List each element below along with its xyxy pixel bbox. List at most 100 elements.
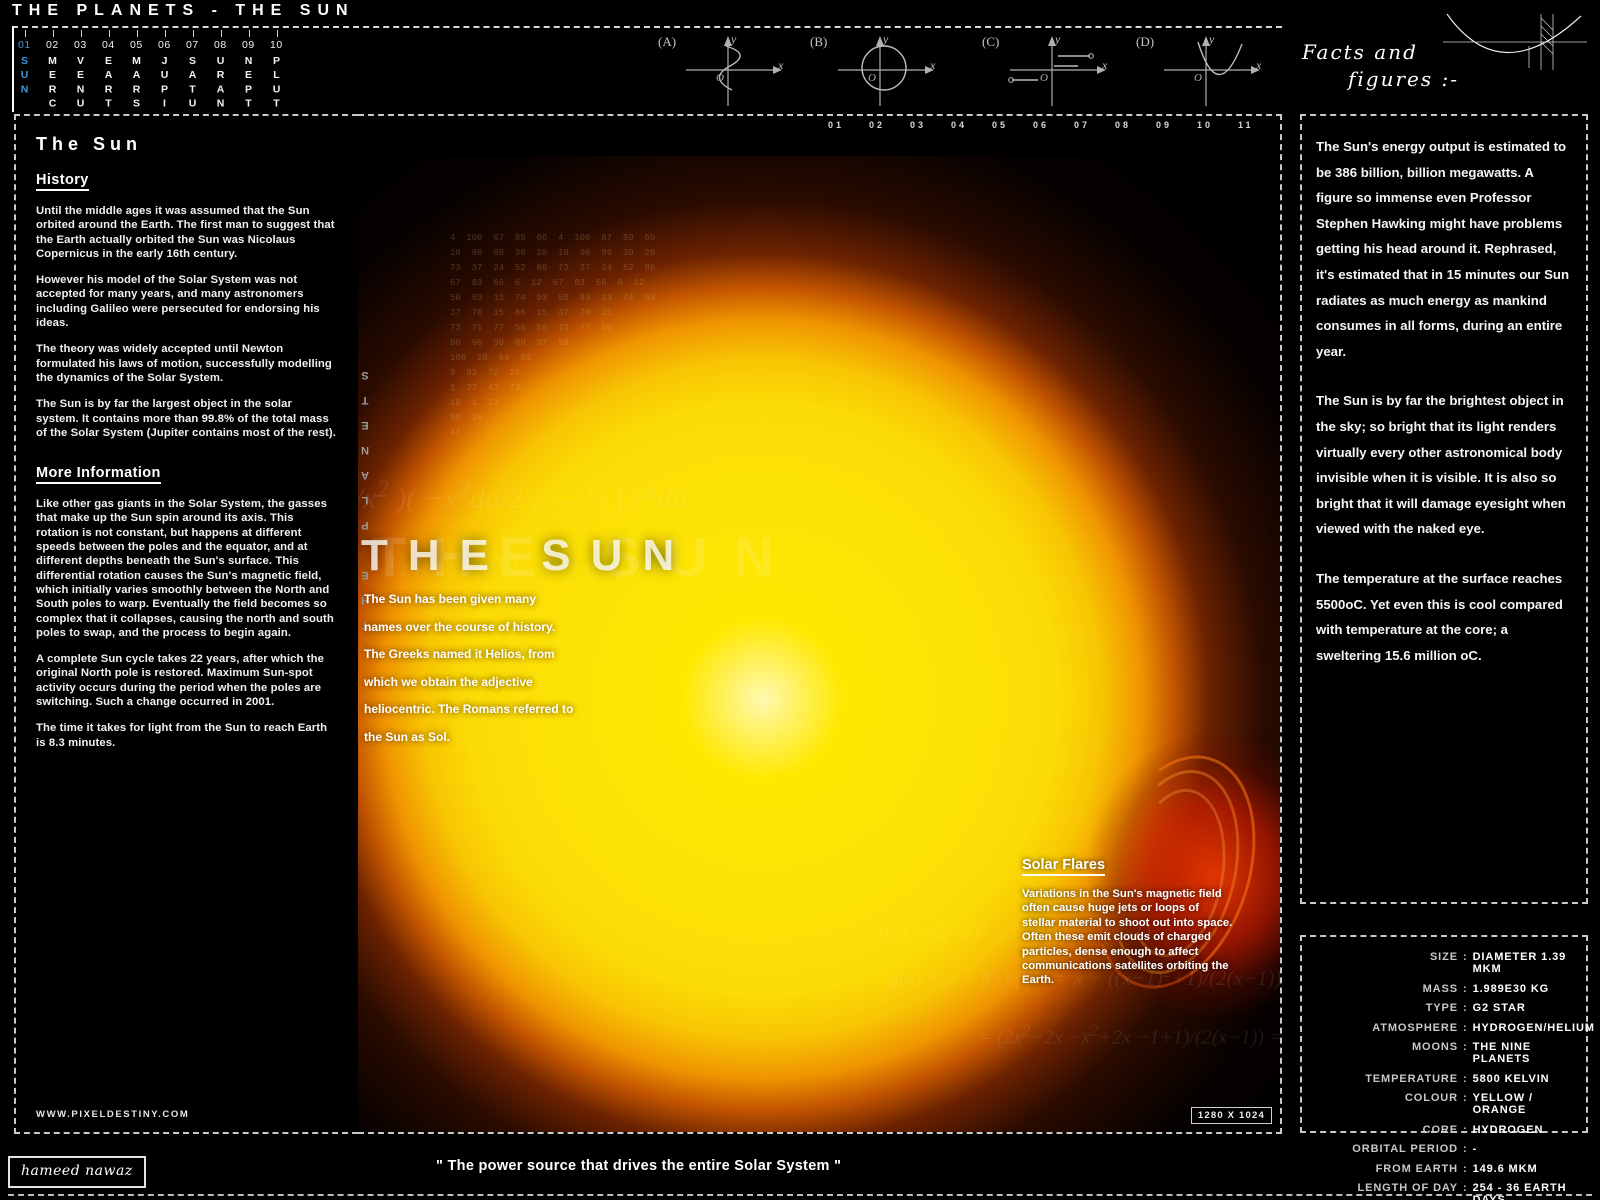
footer-divider: [8, 1194, 1592, 1196]
axis-label-y: y: [1055, 32, 1061, 46]
spec-row: SIZE: DIAMETER 1.39 MKM: [1306, 951, 1576, 975]
left-panel-title: The Sun: [36, 134, 142, 154]
history-paragraph: The Sun is by far the largest object in …: [36, 398, 336, 439]
spec-key: COLOUR: [1404, 1092, 1458, 1104]
spec-value: 1.989E30 KG: [1472, 982, 1550, 995]
nav-item-number: 01: [18, 39, 31, 51]
axis-label-y: y: [731, 32, 737, 46]
spec-value: DIAMETER 1.39 MKM: [1472, 951, 1567, 975]
spec-separator: :: [1463, 1002, 1468, 1014]
nav-item-number: 02: [46, 39, 59, 51]
nav-tick: [221, 30, 222, 37]
diagram-label: (C): [982, 34, 1000, 49]
facts-paragraph: The Sun is by far the brightest object i…: [1316, 393, 1566, 537]
nav-tick: [277, 30, 278, 37]
more-info-paragraph: Like other gas giants in the Solar Syste…: [36, 498, 334, 639]
spec-key: MOONS: [1411, 1041, 1458, 1053]
axis-origin-label: O: [716, 72, 724, 84]
ruler-tick-label: 03: [910, 120, 927, 130]
footer-quote: " The power source that drives the entir…: [436, 1158, 842, 1174]
parabola-sketch-icon: [1443, 13, 1587, 70]
ruler-tick-label: 11: [1238, 120, 1254, 130]
nav-item-number: 04: [102, 39, 115, 51]
spec-key: ORBITAL PERIOD: [1352, 1143, 1458, 1155]
poster-root: THE PLANETS - THE SUN 01 SUN 02 MERCURY 03 VE…: [0, 0, 1600, 1200]
ruler-tick-label: 09: [1156, 120, 1173, 130]
nav-item-pluto[interactable]: 10 PLUTO: [270, 30, 296, 126]
ruler-tick-label: 05: [992, 120, 1009, 130]
nav-tick: [81, 30, 82, 37]
spec-separator: :: [1463, 1021, 1468, 1034]
sun-image-panel: 4 100 67 89 66 4 100 67 89 66 18 96 99 3…: [358, 114, 1282, 1134]
nav-item-number: 03: [74, 39, 87, 51]
spec-separator: :: [1463, 982, 1468, 995]
math-diagram-a: (A) x y O: [648, 28, 808, 112]
spec-value: 5800 KELVIN: [1472, 1072, 1550, 1085]
nav-item-number: 08: [214, 39, 227, 51]
spec-row: MOONS: THE NINE PLANETS: [1306, 1041, 1576, 1065]
ruler-tick-label: 06: [1033, 120, 1050, 130]
facts-paragraph: The temperature at the surface reaches 5…: [1316, 570, 1563, 663]
solar-flares-block: Solar Flares Variations in the Sun's mag…: [1022, 856, 1234, 988]
spec-row: COLOUR: YELLOW / ORANGE: [1306, 1092, 1576, 1116]
hero-title: THE SUN: [361, 531, 695, 580]
axis-origin-label: O: [868, 72, 876, 84]
spec-separator: :: [1463, 1162, 1468, 1175]
axis-label-y: y: [883, 32, 889, 46]
facts-paragraph: The Sun's energy output is estimated to …: [1316, 139, 1570, 359]
spec-value: 149.6 MKM: [1472, 1162, 1538, 1175]
facts-panel: The Sun's energy output is estimated to …: [1300, 114, 1588, 904]
axis-origin-label: O: [1040, 72, 1048, 84]
spec-separator: :: [1463, 1092, 1468, 1104]
nav-item-sun[interactable]: 01 SUN: [18, 30, 44, 98]
nav-item-mars[interactable]: 05 MARS: [130, 30, 156, 112]
spec-value: HYDROGEN: [1472, 1123, 1544, 1136]
nav-tick: [109, 30, 110, 37]
spec-key: TEMPERATURE: [1365, 1072, 1458, 1085]
nav-item-venus[interactable]: 03 VENUS: [74, 30, 100, 126]
ruler-tick-label: 10: [1197, 120, 1214, 130]
axis-label-x: x: [778, 58, 784, 72]
math-diagram-c: (C) x y O: [972, 28, 1132, 112]
spec-key: FROM EARTH: [1375, 1162, 1458, 1175]
solar-flares-body: Variations in the Sun's magnetic field o…: [1022, 888, 1233, 987]
axis-origin-label: O: [1194, 72, 1202, 84]
spec-row: TEMPERATURE:5800 KELVIN: [1306, 1073, 1576, 1085]
nav-item-label: MARS: [130, 55, 143, 112]
spec-row: ORBITAL PERIOD: -: [1306, 1143, 1576, 1155]
nav-item-earth[interactable]: 04 EARTH: [102, 30, 128, 126]
ruler-tick-label: 02: [869, 120, 886, 130]
axis-label-x: x: [1102, 58, 1108, 72]
nav-item-number: 05: [130, 39, 143, 51]
site-url: WWW.PIXELDESTINY.COM: [36, 1109, 190, 1120]
nav-item-number: 06: [158, 39, 171, 51]
more-information-heading: More Information: [36, 465, 161, 485]
axis-label-y: y: [1209, 32, 1215, 46]
nav-tick: [137, 30, 138, 37]
spec-row: LENGTH OF DAY:254 - 36 EARTH DAYS: [1306, 1182, 1576, 1200]
axis-label-x: x: [1256, 58, 1262, 72]
facts-heading: Facts and figures :-: [1302, 13, 1587, 112]
spec-key: SIZE: [1429, 951, 1458, 963]
spec-separator: :: [1463, 951, 1468, 963]
diagram-label: (B): [810, 34, 828, 49]
facts-heading-line1: Facts and: [1302, 40, 1418, 64]
ruler-tick-label: 04: [951, 120, 968, 130]
author-signature-text: hameed nawaz: [21, 1163, 133, 1179]
ruler-tick-label: 07: [1074, 120, 1091, 130]
spec-key: MASS: [1422, 982, 1458, 995]
nav-tick: [249, 30, 250, 37]
spec-separator: :: [1463, 1041, 1468, 1053]
more-info-paragraph: A complete Sun cycle takes 22 years, aft…: [36, 653, 324, 709]
spec-key: CORE: [1422, 1123, 1458, 1136]
specs-table: SIZE: DIAMETER 1.39 MKM MASS:1.989E30 KG TY…: [1300, 935, 1594, 1200]
author-signature: hameed nawaz: [8, 1156, 146, 1188]
more-info-paragraph: The time it takes for light from the Sun…: [36, 722, 328, 749]
nav-tick: [53, 30, 54, 37]
math-diagram-d: (D) x y O: [1126, 28, 1286, 112]
spec-row: ATMOSPHERE: HYDROGEN/HELIUM: [1306, 1021, 1594, 1034]
spec-value: HYDROGEN/HELIUM: [1472, 1021, 1595, 1034]
left-text-panel: The Sun History Until the middle ages it…: [14, 114, 358, 1134]
hero-paragraph: The Sun has been given many names over t…: [364, 592, 574, 744]
resolution-badge: 1280 X 1024: [1190, 1107, 1272, 1124]
